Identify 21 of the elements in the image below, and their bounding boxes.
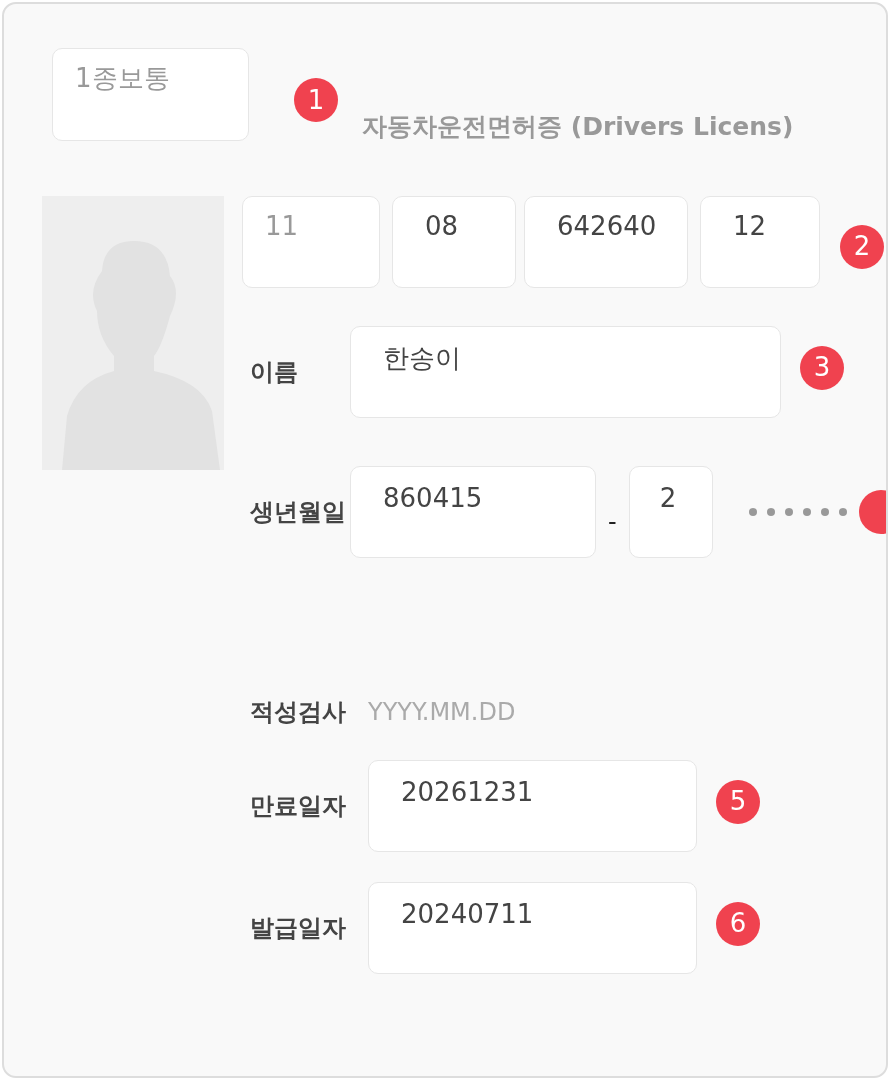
field-label: 생년월일 [249,496,347,528]
step-badge: 5 [716,779,760,824]
step-badge: 6 [716,901,760,946]
input-field[interactable]: 20261231 [368,759,697,852]
separator-text: - [608,506,617,538]
input-field[interactable]: 20240711 [368,881,697,974]
step-badge: 1 [294,78,338,122]
masked-digits-icon [748,507,847,516]
field-label: 적성검사 [250,696,347,728]
card-title: 자동차운전면허증 (Drivers Licens) [362,111,794,143]
step-badge: 3 [800,345,844,390]
input-field[interactable]: 2 [628,465,713,558]
field-label: 발급일자 [250,912,347,944]
step-badge: 2 [840,224,884,269]
field-label: 만료일자 [250,790,347,822]
input-field[interactable]: 642640 [524,195,688,288]
input-field[interactable]: 860415 [350,465,596,558]
field-label: 이름 [249,356,299,388]
input-field[interactable]: 12 [700,195,820,288]
input-field[interactable]: 08 [392,195,516,288]
input-field[interactable]: 한송이 [350,325,781,418]
